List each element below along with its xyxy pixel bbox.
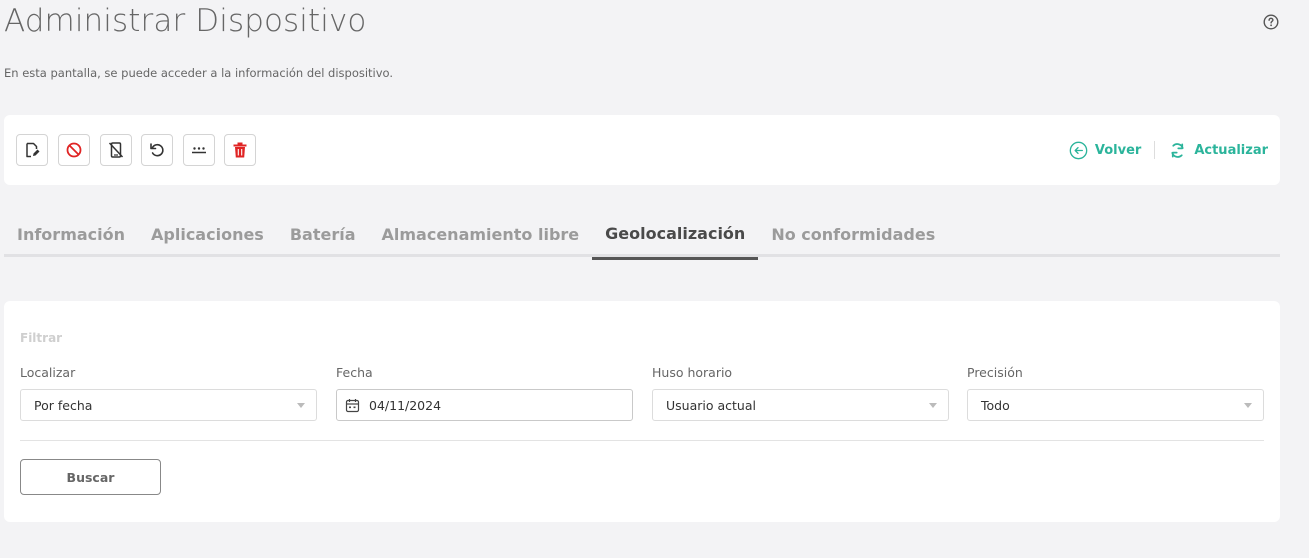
huso-horario-field: Huso horario Usuario actual [652,365,949,421]
password-button[interactable] [183,134,215,166]
fecha-value: 04/11/2024 [369,397,442,413]
edit-document-icon [26,142,40,158]
refresh-icon [1171,142,1184,158]
tab-bar: Información Aplicaciones Batería Almacen… [4,218,1280,260]
refresh-label: Actualizar [1194,142,1268,158]
tab-informacion[interactable]: Información [4,218,138,257]
page-title: Administrar Dispositivo [4,3,367,39]
password-icon [192,147,206,154]
filter-heading: Filtrar [20,331,63,345]
refresh-button[interactable]: Actualizar [1168,141,1268,160]
tab-no-conformidades[interactable]: No conformidades [758,218,948,257]
localizar-value: Por fecha [34,397,93,413]
edit-device-button[interactable] [16,134,48,166]
page: Administrar Dispositivo En esta pantalla… [0,0,1309,558]
precision-field: Precisión Todo [967,365,1264,421]
toolbar: Volver Actualizar [4,115,1280,185]
toolbar-actions: Volver Actualizar [1069,139,1268,161]
precision-select[interactable]: Todo [967,389,1264,421]
huso-horario-value: Usuario actual [666,397,756,413]
fecha-input[interactable]: 04/11/2024 [336,389,633,421]
rotate-ccw-icon [150,143,164,157]
tab-geolocalizacion[interactable]: Geolocalización [592,218,759,260]
tab-almacenamiento-libre[interactable]: Almacenamiento libre [369,218,593,257]
toolbar-divider [1154,141,1156,159]
trash-icon [233,142,247,158]
block-button[interactable] [58,134,90,166]
search-button[interactable]: Buscar [20,459,161,495]
localizar-select[interactable]: Por fecha [20,389,317,421]
fecha-label: Fecha [336,365,373,380]
precision-label: Precisión [967,365,1023,380]
huso-horario-select[interactable]: Usuario actual [652,389,949,421]
arrow-left-circle-icon [1069,141,1088,159]
reset-button[interactable] [141,134,173,166]
divider [20,440,1264,441]
page-subtitle: En esta pantalla, se puede acceder a la … [4,66,394,80]
precision-value: Todo [981,397,1010,413]
tab-bateria[interactable]: Batería [277,218,369,257]
calendar-icon [345,398,360,412]
back-label: Volver [1094,142,1142,158]
device-off-icon [108,142,124,158]
huso-horario-label: Huso horario [652,365,733,380]
chevron-down-icon [297,403,305,408]
localizar-label: Localizar [20,365,76,380]
localizar-field: Localizar Por fecha [20,365,317,421]
fecha-field: Fecha 04/11/2024 [336,365,633,421]
tab-aplicaciones[interactable]: Aplicaciones [138,218,277,257]
help-circle-icon[interactable] [1263,14,1279,30]
disable-device-button[interactable] [100,134,132,166]
chevron-down-icon [929,403,937,408]
chevron-down-icon [1244,403,1252,408]
filter-panel: Filtrar Localizar Por fecha Fecha 04/11/… [4,301,1280,522]
block-icon [66,142,82,158]
delete-button[interactable] [224,134,256,166]
back-button[interactable]: Volver [1069,141,1141,160]
